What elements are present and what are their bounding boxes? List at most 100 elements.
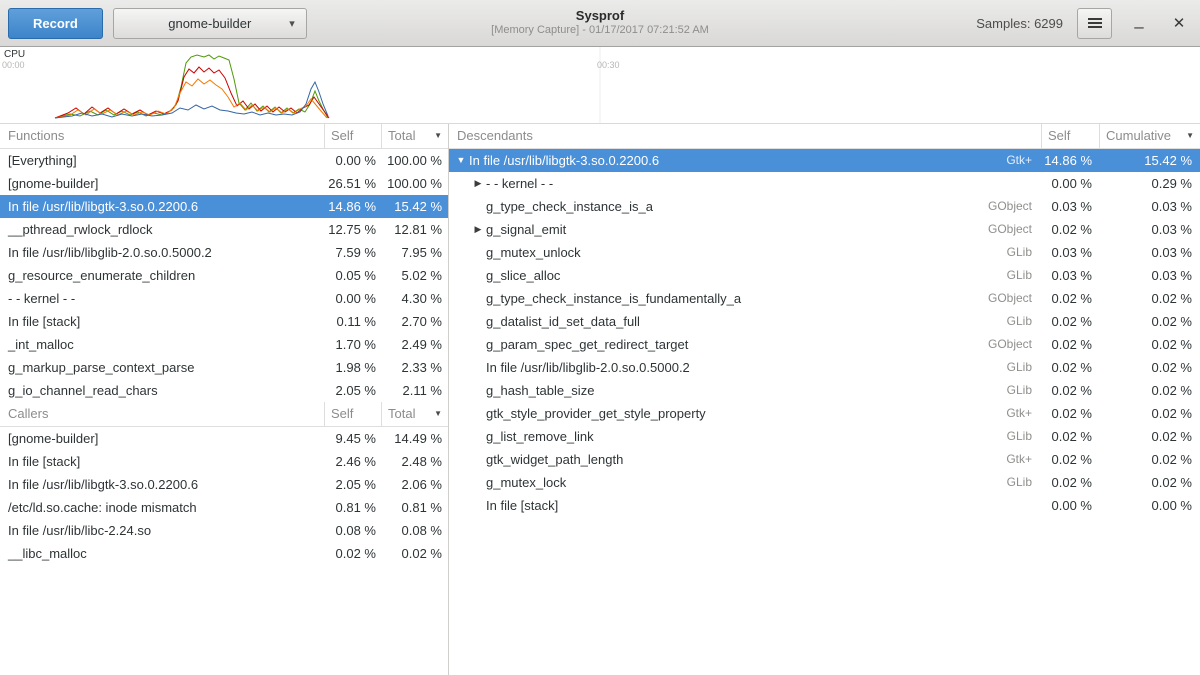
column-header-descendants[interactable]: Descendants (449, 124, 1042, 148)
descendant-row[interactable]: g_mutex_lockGLib0.02 %0.02 % (449, 471, 1200, 494)
minimize-button[interactable]: – (1126, 10, 1152, 36)
column-header-total-label: Total (388, 402, 415, 426)
row-name: g_hash_table_size (486, 379, 594, 402)
sort-arrow-icon: ▼ (434, 402, 442, 426)
descendant-row[interactable]: g_param_spec_get_redirect_targetGObject0… (449, 333, 1200, 356)
row-self-value: 0.02 % (1042, 471, 1100, 494)
row-name: In file /usr/lib/libc-2.24.so (0, 519, 325, 542)
row-self-value: 0.00 % (1042, 494, 1100, 517)
expander-spacer (470, 264, 486, 287)
column-header-self[interactable]: Self (325, 124, 382, 148)
descendant-row[interactable]: In file /usr/lib/libglib-2.0.so.0.5000.2… (449, 356, 1200, 379)
descendant-row[interactable]: g_list_remove_linkGLib0.02 %0.02 % (449, 425, 1200, 448)
row-total-value: 2.48 % (382, 450, 448, 473)
library-tag: GLib (560, 264, 1042, 287)
row-name: __pthread_rwlock_rdlock (0, 218, 325, 241)
column-header-total[interactable]: Total ▼ (382, 402, 448, 426)
expander-collapsed-icon[interactable]: ▶ (470, 172, 486, 195)
caller-row[interactable]: __libc_malloc0.02 %0.02 % (0, 542, 448, 565)
record-button[interactable]: Record (8, 8, 103, 39)
function-row[interactable]: g_resource_enumerate_children0.05 %5.02 … (0, 264, 448, 287)
function-row[interactable]: In file [stack]0.11 %2.70 % (0, 310, 448, 333)
function-row[interactable]: In file /usr/lib/libglib-2.0.so.0.5000.2… (0, 241, 448, 264)
row-total-value: 4.30 % (382, 287, 448, 310)
row-name: In file [stack] (486, 494, 558, 517)
descendant-row[interactable]: g_type_check_instance_is_fundamentally_a… (449, 287, 1200, 310)
row-cumulative-value: 0.02 % (1100, 379, 1200, 402)
expander-spacer (470, 287, 486, 310)
descendant-row[interactable]: ▶g_signal_emitGObject0.02 %0.03 % (449, 218, 1200, 241)
descendant-row[interactable]: gtk_style_provider_get_style_propertyGtk… (449, 402, 1200, 425)
column-header-total[interactable]: Total ▼ (382, 124, 448, 148)
descendant-row[interactable]: g_mutex_unlockGLib0.03 %0.03 % (449, 241, 1200, 264)
column-header-functions[interactable]: Functions (0, 124, 325, 148)
sort-arrow-icon: ▼ (434, 124, 442, 148)
row-name: In file /usr/lib/libglib-2.0.so.0.5000.2 (0, 241, 325, 264)
row-cumulative-value: 0.02 % (1100, 448, 1200, 471)
row-name: g_mutex_lock (486, 471, 566, 494)
row-total-value: 5.02 % (382, 264, 448, 287)
caller-row[interactable]: In file /usr/lib/libgtk-3.so.0.2200.62.0… (0, 473, 448, 496)
row-name: - - kernel - - (486, 172, 553, 195)
row-cumulative-value: 0.02 % (1100, 402, 1200, 425)
row-name: _int_malloc (0, 333, 325, 356)
row-total-value: 2.49 % (382, 333, 448, 356)
row-self-value: 2.05 % (325, 473, 382, 496)
row-name: In file [stack] (0, 450, 325, 473)
descendants-table-header: Descendants Self Cumulative ▼ (449, 124, 1200, 149)
caller-row[interactable]: /etc/ld.so.cache: inode mismatch0.81 %0.… (0, 496, 448, 519)
function-row[interactable]: [gnome-builder]26.51 %100.00 % (0, 172, 448, 195)
expander-spacer (470, 241, 486, 264)
row-self-value: 0.08 % (325, 519, 382, 542)
caller-row[interactable]: In file /usr/lib/libc-2.24.so0.08 %0.08 … (0, 519, 448, 542)
row-total-value: 14.49 % (382, 427, 448, 450)
descendant-row[interactable]: ▶- - kernel - -0.00 %0.29 % (449, 172, 1200, 195)
row-total-value: 0.02 % (382, 542, 448, 565)
expander-expanded-icon[interactable]: ▼ (453, 149, 469, 172)
function-row[interactable]: g_io_channel_read_chars2.05 %2.11 % (0, 379, 448, 402)
window-title: Sysprof (491, 8, 709, 24)
close-button[interactable]: ✕ (1166, 10, 1192, 36)
function-row[interactable]: In file /usr/lib/libgtk-3.so.0.2200.614.… (0, 195, 448, 218)
column-header-self[interactable]: Self (325, 402, 382, 426)
column-header-self[interactable]: Self (1042, 124, 1100, 148)
caller-row[interactable]: In file [stack]2.46 %2.48 % (0, 450, 448, 473)
function-row[interactable]: _int_malloc1.70 %2.49 % (0, 333, 448, 356)
row-total-value: 2.11 % (382, 379, 448, 402)
column-header-callers[interactable]: Callers (0, 402, 325, 426)
cpu-graph[interactable]: CPU 00:00 00:30 (0, 47, 1200, 124)
library-tag: GObject (653, 195, 1042, 218)
row-self-value: 2.05 % (325, 379, 382, 402)
library-tag: GLib (640, 310, 1042, 333)
row-total-value: 0.08 % (382, 519, 448, 542)
descendant-row[interactable]: ▼In file /usr/lib/libgtk-3.so.0.2200.6Gt… (449, 149, 1200, 172)
descendant-row[interactable]: g_hash_table_sizeGLib0.02 %0.02 % (449, 379, 1200, 402)
row-self-value: 12.75 % (325, 218, 382, 241)
descendant-row[interactable]: gtk_widget_path_lengthGtk+0.02 %0.02 % (449, 448, 1200, 471)
row-self-value: 0.02 % (1042, 379, 1100, 402)
descendants-pane: Descendants Self Cumulative ▼ ▼In file /… (449, 124, 1200, 675)
row-cumulative-value: 15.42 % (1100, 149, 1200, 172)
function-row[interactable]: __pthread_rwlock_rdlock12.75 %12.81 % (0, 218, 448, 241)
expander-collapsed-icon[interactable]: ▶ (470, 218, 486, 241)
descendant-row[interactable]: g_type_check_instance_is_aGObject0.03 %0… (449, 195, 1200, 218)
function-row[interactable]: [Everything]0.00 %100.00 % (0, 149, 448, 172)
descendant-row[interactable]: g_datalist_id_set_data_fullGLib0.02 %0.0… (449, 310, 1200, 333)
library-tag: GObject (566, 218, 1042, 241)
row-name: [Everything] (0, 149, 325, 172)
menu-button[interactable] (1077, 8, 1112, 39)
row-cumulative-value: 0.02 % (1100, 287, 1200, 310)
function-row[interactable]: - - kernel - -0.00 %4.30 % (0, 287, 448, 310)
row-self-value: 0.03 % (1042, 264, 1100, 287)
row-self-value: 0.02 % (1042, 425, 1100, 448)
row-self-value: 0.03 % (1042, 195, 1100, 218)
row-name: In file /usr/lib/libglib-2.0.so.0.5000.2 (486, 356, 690, 379)
row-cumulative-value: 0.02 % (1100, 356, 1200, 379)
process-selector-dropdown[interactable]: gnome-builder ▾ (113, 8, 307, 39)
descendant-row[interactable]: In file [stack]0.00 %0.00 % (449, 494, 1200, 517)
caller-row[interactable]: [gnome-builder]9.45 %14.49 % (0, 427, 448, 450)
row-self-value: 0.03 % (1042, 241, 1100, 264)
column-header-cumulative[interactable]: Cumulative ▼ (1100, 124, 1200, 148)
function-row[interactable]: g_markup_parse_context_parse1.98 %2.33 % (0, 356, 448, 379)
descendant-row[interactable]: g_slice_allocGLib0.03 %0.03 % (449, 264, 1200, 287)
